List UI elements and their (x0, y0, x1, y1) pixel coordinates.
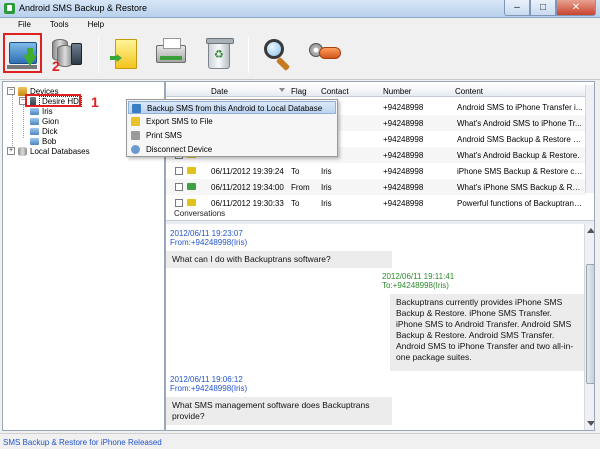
column-flag[interactable]: Flag (291, 87, 307, 96)
message-recipient: To:+94248998(Iris) (382, 281, 449, 290)
contact-name: Dick (42, 126, 58, 136)
table-row[interactable]: 06/11/2012 19:34:00 From Iris +94248998 … (166, 179, 586, 195)
row-checkbox[interactable] (175, 167, 183, 175)
menu-item-export-sms[interactable]: Export SMS to File (128, 115, 336, 128)
scroll-up-icon[interactable] (587, 228, 594, 233)
toolbar-separator (248, 37, 249, 73)
close-button[interactable]: ✕ (556, 0, 596, 16)
tree-node-contact[interactable]: Gion (30, 116, 59, 126)
contact-icon (30, 107, 39, 115)
message-sender: From:+94248998(Iris) (170, 384, 248, 393)
column-number[interactable]: Number (383, 87, 411, 96)
row-checkbox[interactable] (175, 183, 183, 191)
tree-node-contact[interactable]: Iris (30, 106, 53, 116)
message-time: 2012/06/11 19:23:07 (170, 229, 243, 238)
title-bar[interactable]: Android SMS Backup & Restore – □ ✕ (0, 0, 600, 18)
callout-label-2: 2 (52, 58, 60, 74)
message-list-header: Date Flag Contact Number Content (166, 85, 594, 97)
database-icon (18, 146, 27, 156)
toolbar (0, 31, 600, 80)
scroll-down-icon[interactable] (587, 421, 594, 426)
register-button[interactable] (305, 35, 343, 75)
menu-bar: File Tools Help (0, 18, 600, 31)
contact-name: Gion (42, 116, 59, 126)
window-title: Android SMS Backup & Restore (19, 3, 148, 13)
menu-item-backup-to-database[interactable]: Backup SMS from this Android to Local Da… (128, 101, 336, 114)
menu-file[interactable]: File (12, 18, 37, 31)
app-logo-icon (4, 3, 15, 14)
column-contact[interactable]: Contact (321, 87, 349, 96)
message-time: 2012/06/11 19:11:41 (382, 272, 455, 281)
menu-tools[interactable]: Tools (44, 18, 75, 31)
row-checkbox[interactable] (175, 199, 183, 207)
recycle-bin-icon (206, 38, 234, 69)
toolbar-separator (98, 37, 99, 73)
conversation-view[interactable]: 2012/06/11 19:23:07 From:+94248998(Iris)… (166, 224, 584, 430)
print-button[interactable] (152, 35, 190, 75)
callout-label-1: 1 (91, 94, 99, 110)
tree-node-contact[interactable]: Bob (30, 136, 56, 146)
contact-icon (30, 117, 39, 125)
conversations-label: Conversations (174, 209, 226, 218)
expand-icon[interactable]: + (7, 147, 15, 155)
table-row[interactable]: 06/11/2012 19:39:24 To Iris +94248998 iP… (166, 163, 586, 179)
message-bubble-received: What SMS management software does Backup… (166, 397, 392, 425)
sort-desc-icon (279, 88, 285, 92)
printer-icon (156, 38, 186, 63)
message-sender: From:+94248998(Iris) (170, 238, 248, 247)
callout-box-1 (25, 94, 81, 107)
export-icon (131, 117, 140, 126)
export-document-icon (115, 39, 137, 69)
message-bubble-sent: Backuptrans currently provides iPhone SM… (390, 294, 584, 371)
column-date[interactable]: Date (211, 87, 228, 96)
tree-label: Local Databases (30, 146, 90, 156)
contact-name: Iris (42, 106, 53, 116)
contact-name: Bob (42, 136, 57, 146)
table-row[interactable]: 06/11/2012 19:30:33 To Iris +94248998 Po… (166, 195, 586, 211)
search-button[interactable] (258, 35, 296, 75)
tree-node-local-databases[interactable]: + Local Databases (7, 146, 90, 156)
status-news-link[interactable]: SMS Backup & Restore for iPhone Released (3, 438, 162, 447)
phone-icon (71, 43, 82, 65)
conversation-scrollbar[interactable] (584, 224, 594, 430)
message-bubble-received: What can I do with Backuptrans software? (166, 251, 392, 268)
minimize-button[interactable]: – (504, 0, 530, 16)
message-list-scrollbar[interactable] (585, 85, 594, 193)
window-controls: – □ ✕ (504, 0, 596, 17)
contact-icon (30, 137, 39, 145)
sms-received-icon (187, 199, 196, 206)
export-file-button[interactable] (107, 35, 145, 75)
printer-icon (131, 131, 140, 140)
contact-icon (30, 127, 39, 135)
tree-node-contact[interactable]: Dick (30, 126, 58, 136)
backup-icon (132, 104, 141, 113)
delete-button[interactable] (200, 35, 238, 75)
sms-sent-icon (187, 183, 196, 190)
menu-item-print-sms[interactable]: Print SMS (128, 129, 336, 142)
magnifier-icon (264, 39, 284, 59)
column-content[interactable]: Content (455, 87, 483, 96)
status-bar: SMS Backup & Restore for iPhone Released (0, 433, 600, 449)
message-time: 2012/06/11 19:06:12 (170, 375, 243, 384)
disconnect-icon (131, 145, 140, 154)
collapse-icon[interactable]: − (7, 87, 15, 95)
sms-received-icon (187, 167, 196, 174)
callout-box-2 (3, 33, 42, 73)
menu-help[interactable]: Help (82, 18, 110, 31)
device-context-menu: Backup SMS from this Android to Local Da… (126, 99, 338, 157)
app-window: Android SMS Backup & Restore – □ ✕ File … (0, 0, 600, 449)
scroll-thumb[interactable] (586, 264, 594, 384)
maximize-button[interactable]: □ (530, 0, 556, 16)
menu-item-disconnect-device[interactable]: Disconnect Device (128, 143, 336, 156)
